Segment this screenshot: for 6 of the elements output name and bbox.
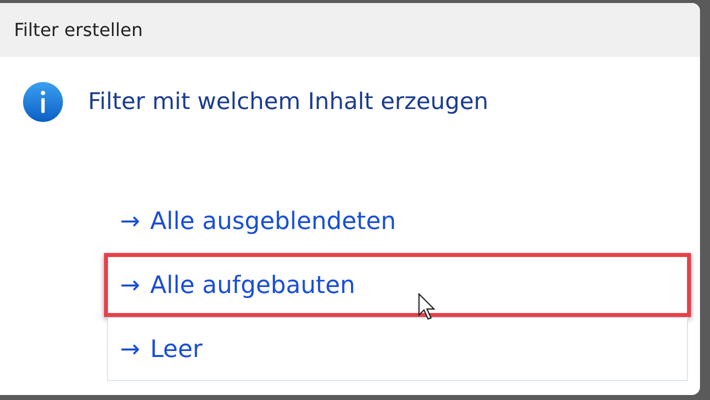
command-link[interactable]: → Alle aufgebauten — [104, 253, 691, 317]
command-link[interactable]: → Leer — [107, 317, 688, 381]
window-title: Filter erstellen — [14, 20, 143, 40]
dialog-heading: Filter mit welchem Inhalt erzeugen — [88, 89, 488, 115]
mouse-cursor-icon — [418, 293, 436, 321]
info-icon — [22, 81, 64, 123]
